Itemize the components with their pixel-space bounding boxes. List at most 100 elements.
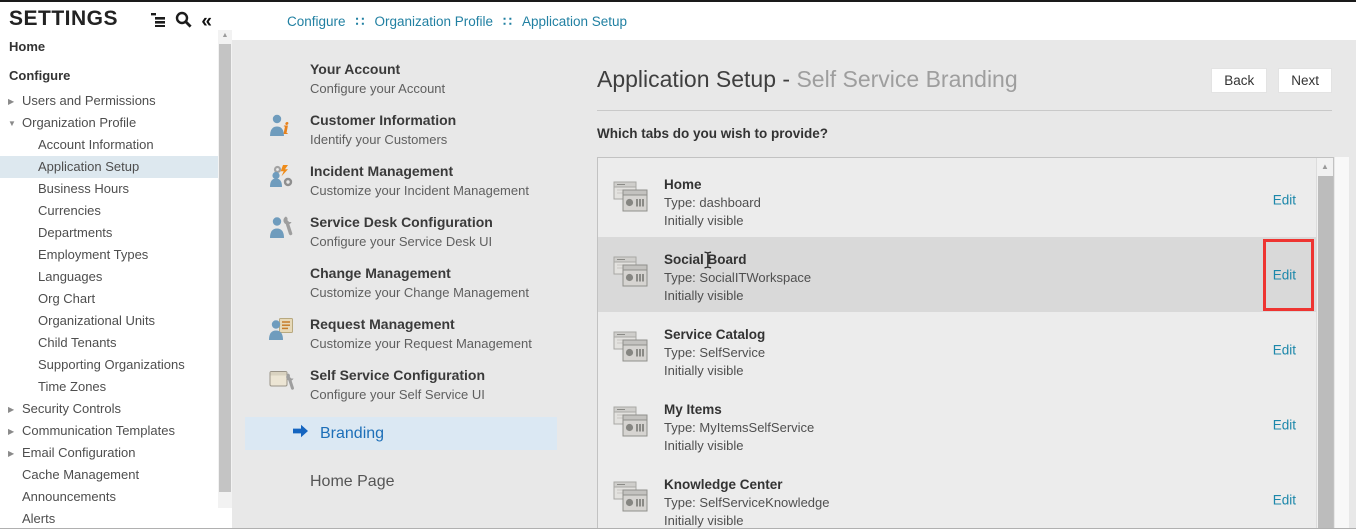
tab-row-social-board[interactable]: Social BoardType: SocialITWorkspaceIniti…	[598, 237, 1316, 312]
sidebar-item-supporting-organizations[interactable]: Supporting Organizations	[0, 354, 218, 376]
sidebar-item-configure[interactable]: Configure	[0, 65, 218, 87]
sidebar-item-time-zones[interactable]: Time Zones	[0, 376, 218, 398]
tab-name: My Items	[664, 401, 814, 419]
collapse-sidebar-icon[interactable]: «	[201, 14, 212, 30]
menu-item-home-page[interactable]: Home Page	[245, 473, 557, 491]
sidebar-item-label: Account Information	[38, 137, 154, 152]
sidebar-item-label: Application Setup	[38, 159, 139, 174]
sidebar-title: SETTINGS	[9, 7, 118, 31]
sidebar-scrollbar[interactable]: ▲	[218, 30, 232, 508]
menu-item-customer-information[interactable]: iCustomer InformationIdentify your Custo…	[245, 111, 557, 150]
sidebar-toolbar: «	[151, 11, 212, 33]
sidebar-item-alerts[interactable]: Alerts	[0, 508, 218, 529]
expand-arrow-icon[interactable]: ▶	[8, 91, 22, 113]
sidebar-item-departments[interactable]: Departments	[0, 222, 218, 244]
edit-link-my-items[interactable]: Edit	[1273, 417, 1296, 432]
self-service-configuration-icon	[268, 366, 310, 405]
sidebar-item-label: Communication Templates	[22, 423, 175, 438]
tab-rows: HomeType: dashboardInitially visibleEdit…	[598, 162, 1316, 529]
sidebar-item-label: Cache Management	[22, 467, 139, 482]
settings-sidebar: SETTINGS « HomeConfigure▶Users and Permi…	[0, 2, 232, 529]
menu-item-request-management[interactable]: Request ManagementCustomize your Request…	[245, 315, 557, 354]
sidebar-item-users-and-permissions[interactable]: ▶Users and Permissions	[0, 90, 218, 112]
breadcrumb-item-application-setup[interactable]: Application Setup	[522, 14, 627, 29]
edit-link-service-catalog[interactable]: Edit	[1273, 342, 1296, 357]
sidebar-item-label: Departments	[38, 225, 112, 240]
tab-row-knowledge-center[interactable]: Knowledge CenterType: SelfServiceKnowled…	[598, 462, 1316, 529]
next-button[interactable]: Next	[1278, 68, 1332, 93]
menu-item-change-management[interactable]: Change ManagementCustomize your Change M…	[245, 264, 557, 303]
menu-item-service-desk-configuration[interactable]: Service Desk ConfigurationConfigure your…	[245, 213, 557, 252]
menu-item-your-account[interactable]: Your AccountConfigure your Account	[245, 60, 557, 99]
sidebar-scrollbar-thumb[interactable]	[219, 44, 231, 492]
sidebar-item-account-information[interactable]: Account Information	[0, 134, 218, 156]
sidebar-item-business-hours[interactable]: Business Hours	[0, 178, 218, 200]
page-scrollbar-track[interactable]	[1335, 157, 1349, 529]
tab-vis: Initially visible	[664, 437, 814, 455]
sidebar-item-application-setup[interactable]: Application Setup	[0, 156, 218, 178]
search-icon[interactable]	[175, 11, 192, 33]
tab-row-text: Service CatalogType: SelfServiceInitiall…	[664, 326, 765, 380]
tab-row-home[interactable]: HomeType: dashboardInitially visibleEdit	[598, 162, 1316, 237]
menu-item-incident-management[interactable]: Incident ManagementCustomize your Incide…	[245, 162, 557, 201]
expand-arrow-icon[interactable]: ▶	[8, 421, 22, 443]
sidebar-item-label: Home	[9, 39, 45, 54]
tab-list-scrollbar-thumb[interactable]	[1318, 176, 1333, 529]
page-subtitle: Self Service Branding	[796, 66, 1017, 92]
edit-link-knowledge-center[interactable]: Edit	[1273, 492, 1296, 507]
sidebar-item-employment-types[interactable]: Employment Types	[0, 244, 218, 266]
scroll-up-icon[interactable]: ▲	[218, 30, 232, 42]
divider	[597, 110, 1332, 111]
sidebar-item-security-controls[interactable]: ▶Security Controls	[0, 398, 218, 420]
back-button[interactable]: Back	[1211, 68, 1267, 93]
menu-item-subtitle: Configure your Account	[310, 79, 445, 98]
breadcrumb-item-organization-profile[interactable]: Organization Profile	[374, 14, 493, 29]
sidebar-item-email-configuration[interactable]: ▶Email Configuration	[0, 442, 218, 464]
menu-item-text: Customer InformationIdentify your Custom…	[310, 111, 456, 150]
sidebar-item-label: Organization Profile	[22, 115, 136, 130]
sidebar-item-label: Alerts	[22, 511, 55, 526]
menu-item-title: Incident Management	[310, 162, 529, 181]
sidebar-item-cache-management[interactable]: Cache Management	[0, 464, 218, 486]
expand-arrow-icon[interactable]: ▶	[8, 443, 22, 465]
sidebar-item-label: Business Hours	[38, 181, 129, 196]
tree-view-icon[interactable]	[151, 12, 166, 32]
tab-row-text: Knowledge CenterType: SelfServiceKnowled…	[664, 476, 829, 529]
page-title: Application Setup - Self Service Brandin…	[597, 66, 1018, 93]
sidebar-item-currencies[interactable]: Currencies	[0, 200, 218, 222]
sidebar-item-organization-profile[interactable]: ▼Organization Profile	[0, 112, 218, 134]
tab-windows-icon	[611, 180, 649, 219]
sidebar-item-org-chart[interactable]: Org Chart	[0, 288, 218, 310]
content-area: Your AccountConfigure your Account iCusto…	[232, 40, 1356, 529]
sidebar-item-child-tenants[interactable]: Child Tenants	[0, 332, 218, 354]
edit-link-home[interactable]: Edit	[1273, 192, 1296, 207]
tab-vis: Initially visible	[664, 362, 765, 380]
scroll-up-icon[interactable]: ▲	[1317, 158, 1333, 175]
tab-name: Home	[664, 176, 761, 194]
tabs-question: Which tabs do you wish to provide?	[597, 126, 828, 141]
tab-list-scrollbar[interactable]: ▲	[1316, 158, 1333, 529]
empty-icon-slot	[268, 264, 310, 303]
menu-item-branding[interactable]: Branding	[245, 417, 557, 450]
breadcrumb-separator: ∷	[503, 13, 512, 30]
sidebar-item-communication-templates[interactable]: ▶Communication Templates	[0, 420, 218, 442]
sidebar-item-organizational-units[interactable]: Organizational Units	[0, 310, 218, 332]
sidebar-item-label: Email Configuration	[22, 445, 135, 460]
menu-item-self-service-configuration[interactable]: Self Service ConfigurationConfigure your…	[245, 366, 557, 405]
collapse-arrow-icon[interactable]: ▼	[8, 113, 22, 135]
tab-vis: Initially visible	[664, 512, 829, 529]
edit-link-social-board[interactable]: Edit	[1273, 267, 1296, 282]
sidebar-item-languages[interactable]: Languages	[0, 266, 218, 288]
service-desk-configuration-icon	[268, 213, 310, 252]
tab-row-service-catalog[interactable]: Service CatalogType: SelfServiceInitiall…	[598, 312, 1316, 387]
tab-type: Type: SelfService	[664, 344, 765, 362]
sidebar-item-label: Users and Permissions	[22, 93, 156, 108]
tab-type: Type: SocialITWorkspace	[664, 269, 811, 287]
expand-arrow-icon[interactable]: ▶	[8, 399, 22, 421]
sidebar-item-home[interactable]: Home	[0, 36, 218, 58]
tab-list: HomeType: dashboardInitially visibleEdit…	[597, 157, 1334, 529]
breadcrumb-item-configure[interactable]: Configure	[287, 14, 346, 29]
tab-row-my-items[interactable]: My ItemsType: MyItemsSelfServiceInitiall…	[598, 387, 1316, 462]
sidebar-item-announcements[interactable]: Announcements	[0, 486, 218, 508]
menu-item-text: Self Service ConfigurationConfigure your…	[310, 366, 485, 405]
